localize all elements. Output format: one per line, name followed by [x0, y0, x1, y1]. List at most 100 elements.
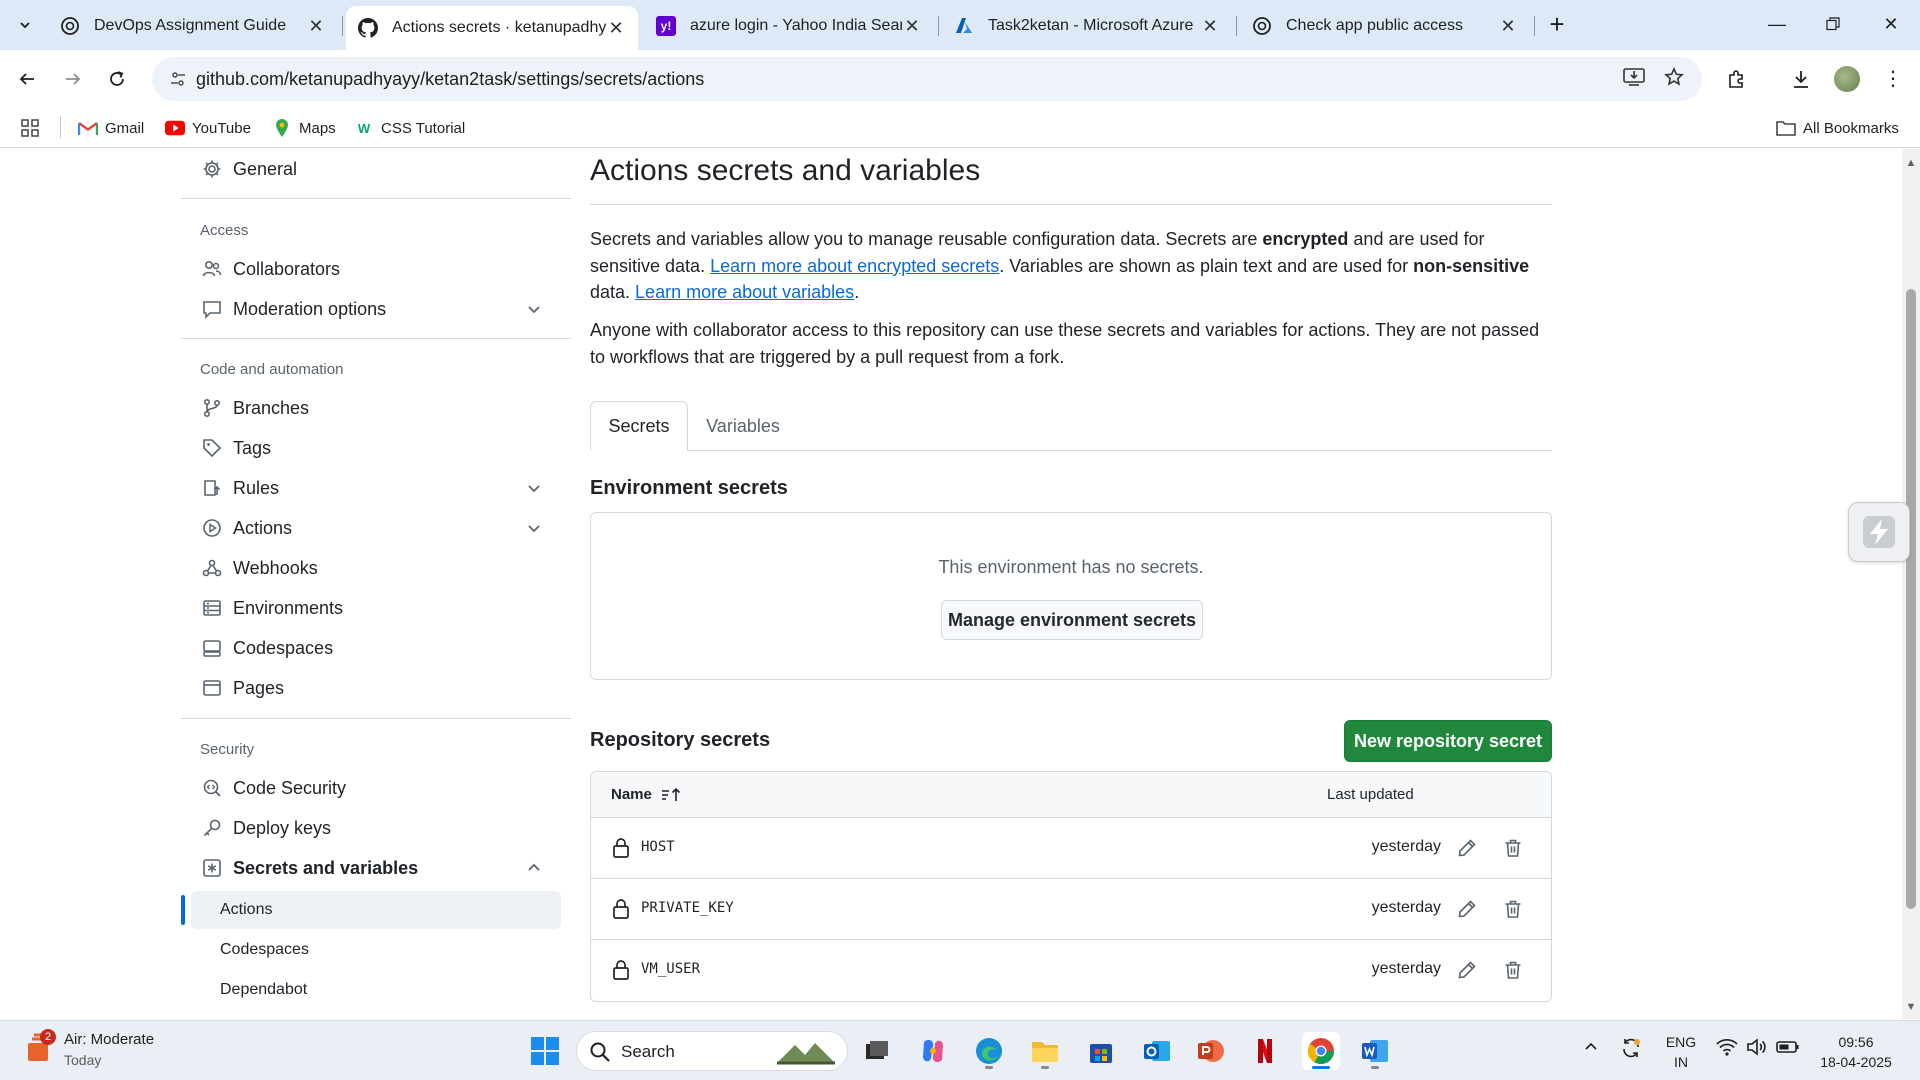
reload-button[interactable]	[100, 62, 134, 96]
volume-tray[interactable]	[1746, 1037, 1768, 1061]
battery-tray[interactable]	[1776, 1037, 1800, 1061]
sidebar-subitem-actions[interactable]: Actions	[191, 891, 561, 929]
tab-search-button[interactable]	[10, 12, 40, 38]
sync-tray-icon[interactable]	[1620, 1037, 1642, 1063]
minimize-button[interactable]: —	[1754, 8, 1800, 40]
browser-menu-button[interactable]: ⋮	[1876, 62, 1910, 96]
show-hidden-icons-button[interactable]	[1583, 1039, 1599, 1059]
input-language[interactable]: ENG IN	[1656, 1032, 1706, 1072]
sidebar-item-general[interactable]: General	[181, 151, 561, 187]
browser-tab[interactable]: DevOps Assignment Guide ✕	[48, 6, 338, 46]
scrollbar-thumb[interactable]	[1906, 289, 1916, 909]
running-indicator	[985, 1066, 993, 1069]
page-scrollbar[interactable]: ▲ ▼	[1902, 149, 1920, 1019]
back-button[interactable]	[10, 62, 44, 96]
bookmark-gmail[interactable]: Gmail	[78, 116, 144, 140]
install-app-icon[interactable]	[1620, 67, 1648, 91]
delete-secret-button[interactable]	[1499, 895, 1527, 923]
encrypted-secrets-link[interactable]: Learn more about encrypted secrets	[710, 256, 999, 276]
all-bookmarks-button[interactable]: All Bookmarks	[1776, 116, 1899, 140]
tab-title: DevOps Assignment Guide	[94, 17, 287, 34]
sidebar-item-moderation[interactable]: Moderation options	[181, 291, 561, 327]
network-tray[interactable]	[1716, 1037, 1738, 1061]
taskbar-app-word[interactable]	[1356, 1032, 1394, 1070]
sidebar-subitem-dependabot[interactable]: Dependabot	[191, 971, 561, 1009]
close-tab-icon[interactable]: ✕	[902, 16, 922, 37]
taskbar-app-powerpoint[interactable]	[1192, 1032, 1230, 1070]
apps-grid-button[interactable]	[20, 116, 40, 140]
edit-secret-button[interactable]	[1453, 956, 1481, 984]
sidebar-item-secrets-variables[interactable]: Secrets and variables	[181, 850, 561, 886]
sidebar-item-deploy-keys[interactable]: Deploy keys	[181, 810, 561, 846]
tab-secrets[interactable]: Secrets	[590, 401, 688, 451]
extensions-button[interactable]	[1720, 62, 1754, 96]
sidebar-item-environments[interactable]: Environments	[181, 590, 561, 626]
site-info-icon[interactable]	[166, 67, 190, 91]
environment-secrets-box: This environment has no secrets. Manage …	[590, 512, 1552, 680]
taskbar-app-edge[interactable]	[970, 1032, 1008, 1070]
close-tab-icon[interactable]: ✕	[606, 18, 626, 39]
variables-link[interactable]: Learn more about variables	[635, 282, 854, 302]
new-tab-button[interactable]: +	[1542, 10, 1572, 40]
taskbar-app-netflix[interactable]	[1246, 1032, 1284, 1070]
tab-variables[interactable]: Variables	[690, 401, 796, 451]
sidebar-item-branches[interactable]: Branches	[181, 390, 561, 426]
region-code: IN	[1674, 1054, 1688, 1070]
taskbar-app-taskview[interactable]	[858, 1032, 896, 1070]
tab-separator	[1236, 16, 1237, 36]
browser-tab[interactable]: Check app public access ✕	[1240, 6, 1530, 46]
windows-logo-icon	[531, 1037, 559, 1065]
manage-environment-secrets-button[interactable]: Manage environment secrets	[941, 600, 1203, 640]
close-tab-icon[interactable]: ✕	[1498, 16, 1518, 37]
bookmark-maps[interactable]: Maps	[272, 116, 336, 140]
sidebar-item-tags[interactable]: Tags	[181, 430, 561, 466]
browser-tab-active[interactable]: Actions secrets · ketanupadhyayyy ✕	[346, 6, 638, 50]
taskbar-app-store[interactable]	[1082, 1032, 1120, 1070]
sidebar-subitem-codespaces[interactable]: Codespaces	[191, 931, 561, 969]
bookmark-css-tutorial[interactable]: W CSS Tutorial	[354, 116, 465, 140]
browser-tab[interactable]: Task2ketan - Microsoft Azure ✕	[942, 6, 1232, 46]
scroll-down-arrow-icon[interactable]: ▼	[1905, 1001, 1917, 1013]
taskbar-app-copilot[interactable]	[914, 1032, 952, 1070]
restore-button[interactable]	[1810, 8, 1856, 40]
weather-title[interactable]: Air: Moderate	[64, 1031, 154, 1048]
downloads-button[interactable]	[1784, 62, 1818, 96]
sort-ascending-icon[interactable]	[661, 787, 683, 803]
sidebar-item-collaborators[interactable]: Collaborators	[181, 251, 561, 287]
profile-avatar[interactable]	[1834, 66, 1860, 92]
sidebar-item-rules[interactable]: Rules	[181, 470, 561, 506]
address-bar[interactable]: github.com/ketanupadhyayy/ketan2task/set…	[152, 57, 1702, 101]
taskbar-search[interactable]: Search	[576, 1031, 848, 1071]
browser-tab[interactable]: y! azure login - Yahoo India Search ✕	[644, 6, 934, 46]
sidebar-item-actions[interactable]: Actions	[181, 510, 561, 546]
delete-secret-button[interactable]	[1499, 956, 1527, 984]
forward-button[interactable]	[56, 62, 90, 96]
close-tab-icon[interactable]: ✕	[306, 16, 326, 37]
scroll-up-arrow-icon[interactable]: ▲	[1905, 157, 1917, 169]
netflix-icon	[1258, 1039, 1272, 1063]
close-window-button[interactable]: ✕	[1868, 8, 1914, 40]
arrow-right-icon	[66, 73, 81, 85]
column-header-name[interactable]: Name	[611, 786, 683, 803]
start-button[interactable]	[526, 1032, 564, 1070]
new-repository-secret-button[interactable]: New repository secret	[1344, 720, 1552, 762]
floating-extension-button[interactable]	[1848, 502, 1910, 562]
edit-secret-button[interactable]	[1453, 895, 1481, 923]
taskbar-app-outlook[interactable]	[1138, 1032, 1176, 1070]
sidebar-item-label: Code Security	[233, 777, 347, 798]
close-tab-icon[interactable]: ✕	[1200, 16, 1220, 37]
url-text: github.com/ketanupadhyayy/ketan2task/set…	[196, 69, 705, 89]
sidebar-item-code-security[interactable]: Code Security	[181, 770, 561, 806]
bookmark-youtube[interactable]: YouTube	[165, 116, 251, 140]
taskbar-app-file-explorer[interactable]	[1026, 1032, 1064, 1070]
taskbar-app-chrome[interactable]	[1302, 1032, 1340, 1070]
bookmark-label: CSS Tutorial	[381, 119, 466, 137]
edit-secret-button[interactable]	[1453, 834, 1481, 862]
sidebar-item-webhooks[interactable]: Webhooks	[181, 550, 561, 586]
bookmark-star-icon[interactable]	[1660, 67, 1688, 91]
system-clock[interactable]: 09:56 18-04-2025	[1816, 1032, 1896, 1072]
sidebar-item-pages[interactable]: Pages	[181, 670, 561, 706]
sidebar-item-codespaces[interactable]: Codespaces	[181, 630, 561, 666]
github-settings-page: General Access Collaborators Moderation …	[0, 149, 1920, 1019]
delete-secret-button[interactable]	[1499, 834, 1527, 862]
